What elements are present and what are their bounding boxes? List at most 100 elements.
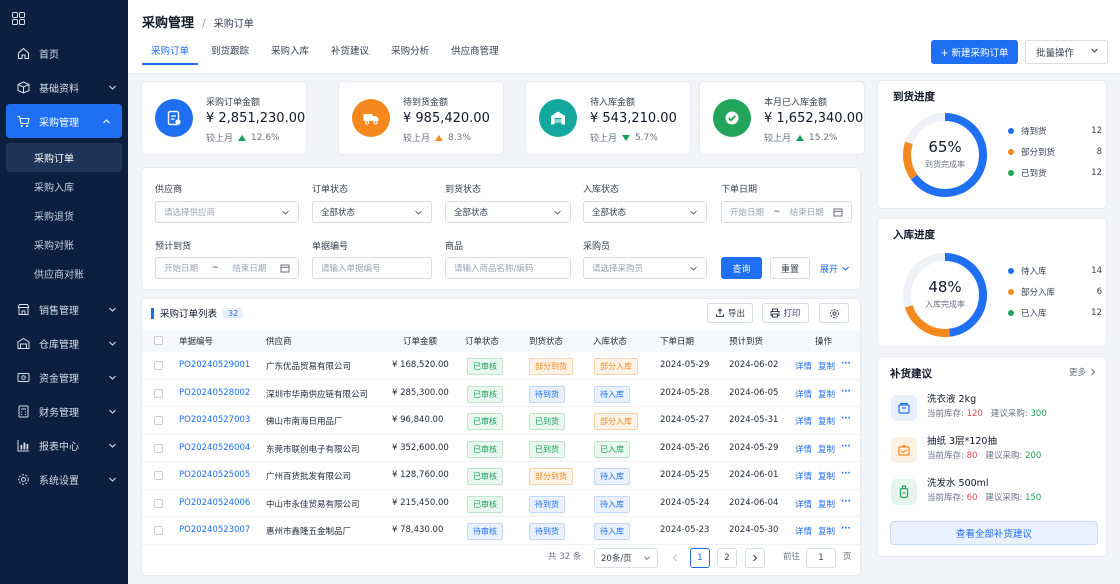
sidebar-subitem-purchase-return[interactable]: 采购退货 [0, 201, 128, 230]
row-checkbox[interactable] [154, 361, 163, 370]
sidebar-subitem-purchase-order[interactable]: 采购订单 [6, 143, 122, 172]
column-settings-button[interactable] [819, 303, 849, 323]
replenish-title: 补货建议 [890, 368, 932, 380]
next-page-button[interactable] [745, 548, 765, 568]
more-actions-icon[interactable]: ··· [841, 387, 851, 397]
order-no-link[interactable]: PO20240528002 [179, 388, 250, 398]
expected-date-range[interactable]: 开始日期 ~ 结束日期 [155, 257, 299, 279]
order-no-link[interactable]: PO20240529001 [179, 360, 250, 370]
replenish-more-link[interactable]: 更多 [1069, 366, 1097, 378]
sidebar-item-basic-data[interactable]: 基础资料 [0, 70, 128, 104]
select-all-checkbox[interactable] [154, 336, 163, 345]
order-status-select[interactable]: 全部状态 [312, 201, 432, 223]
page-2-button[interactable]: 2 [717, 548, 737, 568]
copy-link[interactable]: 复制 [818, 415, 835, 427]
detail-link[interactable]: 详情 [795, 415, 812, 427]
tab-replenish[interactable]: 补货建议 [322, 41, 378, 65]
order-no-link[interactable]: PO20240523007 [179, 525, 250, 535]
order-no-link[interactable]: PO20240525005 [179, 470, 250, 480]
row-checkbox[interactable] [154, 526, 163, 535]
expected-arrival-label: 预计到货 [155, 242, 192, 252]
doc-no-label: 单据编号 [312, 242, 349, 252]
more-actions-icon[interactable]: ··· [841, 469, 851, 479]
order-no-link[interactable]: PO20240526004 [179, 443, 250, 453]
order-date: 2024-05-27 [660, 415, 710, 425]
kpi-value: ¥ 1,652,340.00 [764, 111, 864, 126]
column-header: 单据编号 [179, 337, 214, 347]
replenish-item[interactable]: 洗衣液 2kg 当前库存: 120 建议采购: 300 [891, 388, 1099, 432]
detail-link[interactable]: 详情 [795, 388, 812, 400]
view-all-replenish-button[interactable]: 查看全部补货建议 [890, 521, 1098, 545]
replenish-item[interactable]: 抽纸 3层*120抽 当前库存: 80 建议采购: 200 [891, 430, 1099, 474]
sidebar-item-purchase[interactable]: 采购管理 [6, 104, 122, 138]
copy-link[interactable]: 复制 [818, 470, 835, 482]
tab-purchase-inbound[interactable]: 采购入库 [262, 41, 318, 65]
more-actions-icon[interactable]: ··· [841, 524, 851, 534]
more-actions-icon[interactable]: ··· [841, 414, 851, 424]
new-order-button[interactable]: + 新建采购订单 [931, 40, 1018, 64]
sidebar-subitem-purchase-reconcile[interactable]: 采购对账 [0, 230, 128, 259]
tab-analysis[interactable]: 采购分析 [382, 41, 438, 65]
stock-status-badge: 已入库 [594, 440, 630, 458]
row-checkbox[interactable] [154, 471, 163, 480]
page-header: 采购管理 / 采购订单 采购订单 到货跟踪 采购入库 补货建议 采购分析 供应商… [128, 0, 1120, 74]
reset-button[interactable]: 重置 [770, 257, 810, 279]
query-button[interactable]: 查询 [721, 257, 762, 279]
sidebar-item-label: 基础资料 [39, 83, 79, 95]
copy-link[interactable]: 复制 [818, 443, 835, 455]
doc-no-input[interactable]: 请输入单据编号 [312, 257, 432, 279]
print-button[interactable]: 打印 [762, 303, 809, 323]
page-size-select[interactable]: 20条/页 [594, 548, 658, 568]
arrival-status-select[interactable]: 全部状态 [445, 201, 571, 223]
detail-link[interactable]: 详情 [795, 360, 812, 372]
prev-page-button[interactable] [665, 548, 685, 568]
tab-purchase-order[interactable]: 采购订单 [142, 41, 199, 65]
copy-link[interactable]: 复制 [818, 525, 835, 537]
sidebar-item-settings[interactable]: 系统设置 [0, 462, 128, 496]
goto-page-input[interactable]: 1 [806, 548, 836, 568]
tab-arrival-tracking[interactable]: 到货跟踪 [202, 41, 258, 65]
sidebar-item-warehouse[interactable]: 仓库管理 [0, 326, 128, 360]
order-no-link[interactable]: PO20240524006 [179, 498, 250, 508]
sidebar-subitem-purchase-inbound[interactable]: 采购入库 [0, 172, 128, 201]
copy-link[interactable]: 复制 [818, 498, 835, 510]
sidebar-item-funds[interactable]: 资金管理 [0, 360, 128, 394]
detail-link[interactable]: 详情 [795, 498, 812, 510]
sidebar-item-reports[interactable]: 报表中心 [0, 428, 128, 462]
detail-link[interactable]: 详情 [795, 470, 812, 482]
breadcrumb-root[interactable]: 采购管理 [142, 12, 194, 31]
product-input[interactable]: 请输入商品名称/编码 [445, 257, 571, 279]
order-no-link[interactable]: PO20240527003 [179, 415, 250, 425]
expand-button[interactable]: 展开 [817, 257, 853, 279]
check-icon [713, 99, 751, 137]
arrival-status-badge: 已到货 [529, 440, 565, 458]
more-actions-icon[interactable]: ··· [841, 442, 851, 452]
copy-link[interactable]: 复制 [818, 388, 835, 400]
supplier-select[interactable]: 请选择供应商 [155, 201, 299, 223]
more-actions-icon[interactable]: ··· [841, 359, 851, 369]
batch-action-button[interactable]: 批量操作 [1025, 40, 1108, 64]
row-checkbox[interactable] [154, 443, 163, 453]
row-checkbox[interactable] [154, 416, 163, 425]
sidebar-item-sales[interactable]: 销售管理 [0, 292, 128, 326]
stock-status-select[interactable]: 全部状态 [583, 201, 707, 223]
detail-link[interactable]: 详情 [795, 443, 812, 455]
chevron-down-icon [108, 372, 118, 382]
replenish-item[interactable]: 洗发水 500ml 当前库存: 60 建议采购: 150 [891, 472, 1099, 516]
buyer-select[interactable]: 请选择采购员 [583, 257, 707, 279]
page-1-button[interactable]: 1 [690, 548, 710, 568]
app-menu-icon[interactable] [0, 0, 128, 36]
copy-link[interactable]: 复制 [818, 360, 835, 372]
order-date-range[interactable]: 开始日期 ~ 结束日期 [721, 201, 852, 223]
row-checkbox[interactable] [154, 498, 163, 508]
more-actions-icon[interactable]: ··· [841, 497, 851, 507]
sidebar-item-home[interactable]: 首页 [0, 36, 128, 70]
sidebar-subitem-supplier-reconcile[interactable]: 供应商对账 [0, 259, 128, 288]
export-button[interactable]: 导出 [707, 303, 753, 323]
detail-link[interactable]: 详情 [795, 525, 812, 537]
sidebar-item-finance[interactable]: 财务管理 [0, 394, 128, 428]
tab-supplier[interactable]: 供应商管理 [442, 41, 508, 65]
tab-bar: 采购订单 到货跟踪 采购入库 补货建议 采购分析 供应商管理 [142, 41, 512, 65]
row-checkbox[interactable] [154, 388, 163, 398]
cart-icon [16, 114, 30, 128]
